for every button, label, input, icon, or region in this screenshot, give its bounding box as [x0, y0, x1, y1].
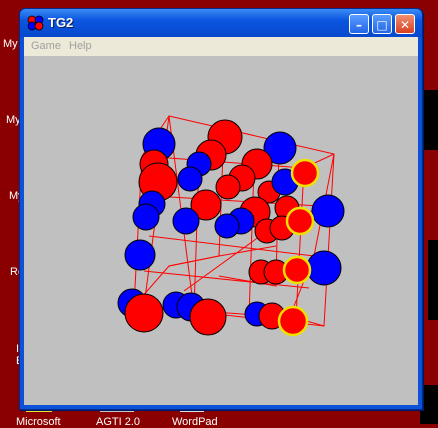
- selected-red-sphere: [285, 206, 315, 236]
- close-button[interactable]: ✕: [395, 14, 415, 34]
- selected-red-sphere: [282, 255, 312, 285]
- blue-sphere: [172, 207, 200, 235]
- taskbar-label[interactable]: AGTI 2.0: [96, 416, 140, 428]
- desktop-icon-label[interactable]: My: [3, 38, 18, 50]
- desktop-wallpaper-blotch: [424, 90, 438, 150]
- grid-line: [295, 167, 325, 327]
- app-logo-icon: [27, 15, 44, 31]
- blue-sphere: [132, 203, 160, 231]
- taskbar-label[interactable]: Microsoft: [16, 416, 61, 428]
- blue-sphere: [306, 250, 342, 286]
- blue-sphere: [214, 213, 240, 239]
- menu-bar: Game Help: [24, 37, 418, 56]
- red-sphere: [124, 293, 164, 333]
- red-sphere: [189, 298, 227, 336]
- minimize-button[interactable]: –: [349, 14, 369, 34]
- blue-sphere: [124, 239, 156, 271]
- blue-sphere: [311, 194, 345, 228]
- grid-line: [148, 235, 315, 257]
- blue-sphere: [177, 166, 203, 192]
- game-board[interactable]: [24, 56, 418, 405]
- menu-help[interactable]: Help: [69, 40, 92, 52]
- maximize-button[interactable]: □: [372, 14, 392, 34]
- menu-game[interactable]: Game: [31, 40, 61, 52]
- game-canvas[interactable]: [24, 56, 418, 405]
- selected-red-sphere: [277, 305, 309, 337]
- title-bar[interactable]: TG2 – □ ✕: [20, 9, 422, 37]
- red-sphere: [215, 174, 241, 200]
- taskbar-label[interactable]: WordPad: [172, 416, 218, 428]
- app-window: TG2 – □ ✕ Game Help: [19, 8, 423, 410]
- window-title: TG2: [48, 15, 74, 30]
- desktop-wallpaper-blotch: [428, 240, 438, 320]
- selected-red-sphere: [290, 158, 320, 188]
